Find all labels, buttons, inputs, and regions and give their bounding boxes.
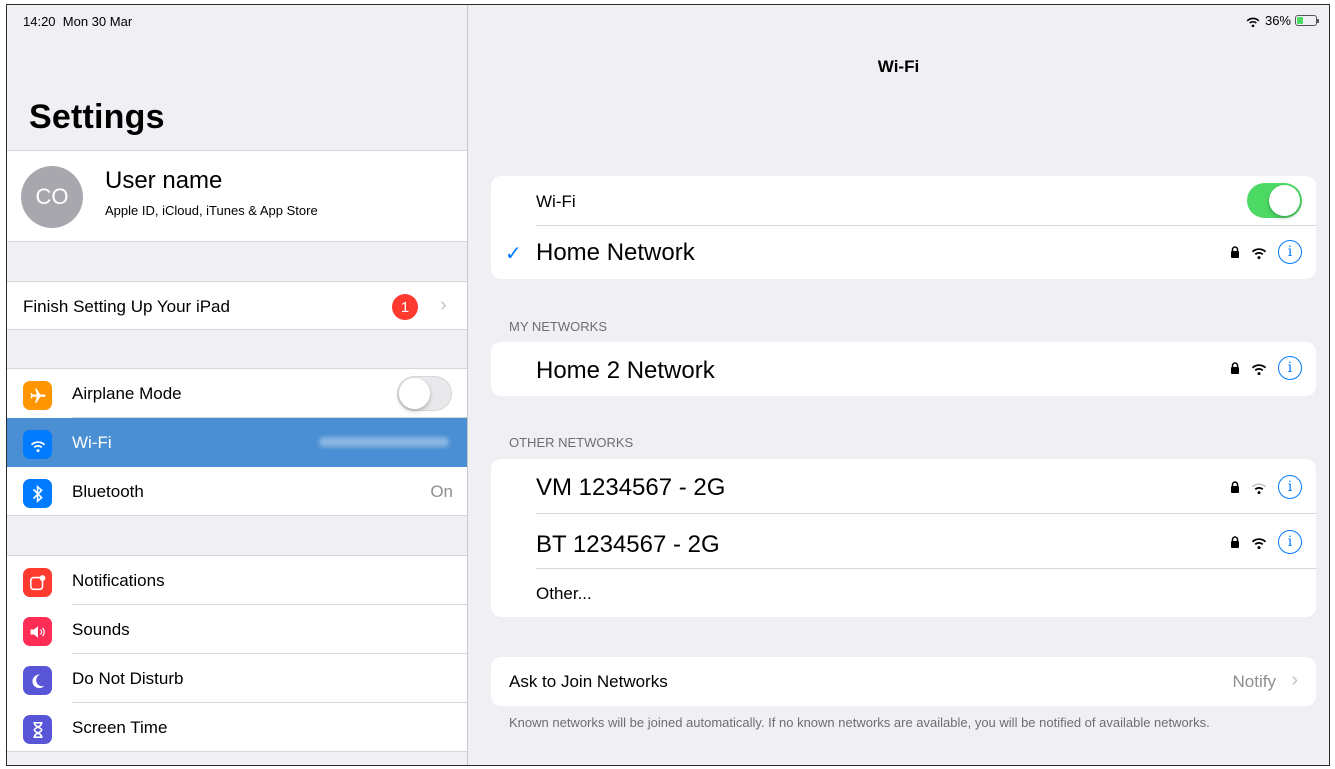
page-title: Settings: [29, 98, 165, 136]
toggle-knob: [1269, 185, 1300, 216]
profile-subtitle: Apple ID, iCloud, iTunes & App Store: [105, 203, 318, 218]
lock-icon: [1231, 362, 1239, 374]
ask-to-join-value: Notify: [1232, 672, 1276, 691]
toggle-knob: [399, 378, 430, 409]
sidebar-item-label: Wi-Fi: [72, 433, 112, 452]
network-row[interactable]: BT 1234567 - 2G i: [491, 514, 1316, 569]
wifi-toggle-row: Wi-Fi: [491, 176, 1316, 226]
sidebar-item-screen-time[interactable]: Screen Time: [7, 703, 467, 752]
apple-id-profile[interactable]: CO User name Apple ID, iCloud, iTunes & …: [7, 150, 467, 242]
battery-percentage: 36%: [1264, 13, 1291, 28]
finish-setup-label: Finish Setting Up Your iPad: [23, 297, 230, 316]
wifi-main-card: Wi-Fi ✓ Home Network i: [491, 176, 1316, 279]
settings-sidebar: 14:20 Mon 30 Mar Settings CO User name A…: [7, 5, 468, 765]
airplane-mode-toggle[interactable]: [397, 376, 452, 411]
sidebar-item-label: Do Not Disturb: [72, 669, 184, 688]
airplane-icon: [23, 381, 52, 410]
sidebar-item-bluetooth[interactable]: Bluetooth On: [7, 467, 467, 516]
network-row[interactable]: Home 2 Network i: [491, 342, 1316, 396]
wifi-signal-icon: [1251, 538, 1267, 549]
other-networks-header: OTHER NETWORKS: [509, 435, 634, 450]
status-date: Mon 30 Mar: [62, 14, 133, 29]
notification-badge: 1: [392, 294, 418, 320]
wifi-signal-icon: [1251, 248, 1267, 259]
network-name: Home Network: [536, 239, 695, 266]
chevron-right-icon: ›: [1291, 669, 1298, 691]
sidebar-item-do-not-disturb[interactable]: Do Not Disturb: [7, 654, 467, 703]
avatar: CO: [21, 166, 83, 228]
sidebar-item-label: Screen Time: [72, 718, 168, 737]
notifications-icon: [23, 568, 52, 597]
sidebar-item-airplane-mode[interactable]: Airplane Mode: [7, 369, 467, 418]
ask-to-join-label: Ask to Join Networks: [509, 672, 668, 691]
wifi-toggle-label: Wi-Fi: [536, 192, 576, 211]
hourglass-icon: [23, 715, 52, 744]
network-name: Home 2 Network: [536, 357, 715, 384]
chevron-right-icon: ›: [440, 294, 447, 316]
wifi-toggle[interactable]: [1247, 183, 1302, 218]
network-indicators: i: [1230, 530, 1302, 554]
network-indicators: i: [1230, 356, 1302, 380]
network-indicators: i: [1230, 240, 1302, 264]
status-wifi-icon: [1246, 17, 1260, 27]
info-icon[interactable]: i: [1278, 356, 1302, 380]
ipad-screen: 14:20 Mon 30 Mar Settings CO User name A…: [6, 4, 1330, 766]
network-row[interactable]: VM 1234567 - 2G i: [491, 459, 1316, 514]
bluetooth-status-value: On: [430, 482, 453, 501]
other-networks-card: VM 1234567 - 2G i BT 1234567 - 2G i Othe…: [491, 459, 1316, 617]
lock-icon: [1231, 536, 1239, 548]
wifi-signal-icon: [1251, 483, 1267, 494]
bluetooth-icon: [23, 479, 52, 508]
my-networks-card: Home 2 Network i: [491, 342, 1316, 396]
info-icon[interactable]: i: [1278, 475, 1302, 499]
speaker-icon: [23, 617, 52, 646]
status-time-clock: 14:20: [23, 14, 56, 29]
connectivity-group: Airplane Mode Wi-Fi Bluetooth On: [7, 368, 467, 516]
status-indicators: 36%: [1245, 13, 1319, 28]
wifi-page-title: Wi-Fi: [877, 57, 920, 76]
battery-icon: [1295, 15, 1319, 26]
info-icon[interactable]: i: [1278, 530, 1302, 554]
sidebar-item-label: Airplane Mode: [72, 384, 182, 403]
battery-fill: [1297, 17, 1304, 24]
sidebar-item-label: Bluetooth: [72, 482, 144, 501]
sidebar-item-sounds[interactable]: Sounds: [7, 605, 467, 654]
profile-name: User name: [105, 167, 223, 194]
ask-to-join-footer-note: Known networks will be joined automatica…: [509, 715, 1210, 730]
wifi-signal-icon: [1251, 364, 1267, 375]
connected-network-value-obscured: [319, 437, 449, 447]
wifi-icon: [23, 430, 52, 459]
ask-to-join-row[interactable]: Ask to Join Networks Notify ›: [491, 657, 1316, 706]
other-network-label: Other...: [536, 584, 592, 603]
network-name: VM 1234567 - 2G: [536, 474, 726, 501]
sidebar-item-label: Sounds: [72, 620, 130, 639]
sidebar-item-wifi[interactable]: Wi-Fi: [7, 418, 467, 467]
info-icon[interactable]: i: [1278, 240, 1302, 264]
other-network-row[interactable]: Other...: [491, 569, 1316, 617]
my-networks-header: MY NETWORKS: [509, 319, 607, 334]
network-indicators: i: [1230, 475, 1302, 499]
finish-setup-row[interactable]: Finish Setting Up Your iPad 1 ›: [7, 281, 467, 330]
status-time: 14:20 Mon 30 Mar: [23, 14, 132, 29]
checkmark-icon: ✓: [505, 243, 522, 265]
moon-icon: [23, 666, 52, 695]
lock-icon: [1231, 246, 1239, 258]
notifications-group: Notifications Sounds Do Not Disturb Scre…: [7, 555, 467, 752]
ask-to-join-card: Ask to Join Networks Notify ›: [491, 657, 1316, 706]
connected-network-row[interactable]: ✓ Home Network i: [491, 226, 1316, 279]
lock-icon: [1231, 481, 1239, 493]
sidebar-item-notifications[interactable]: Notifications: [7, 556, 467, 605]
network-name: BT 1234567 - 2G: [536, 531, 720, 558]
sidebar-item-label: Notifications: [72, 571, 165, 590]
